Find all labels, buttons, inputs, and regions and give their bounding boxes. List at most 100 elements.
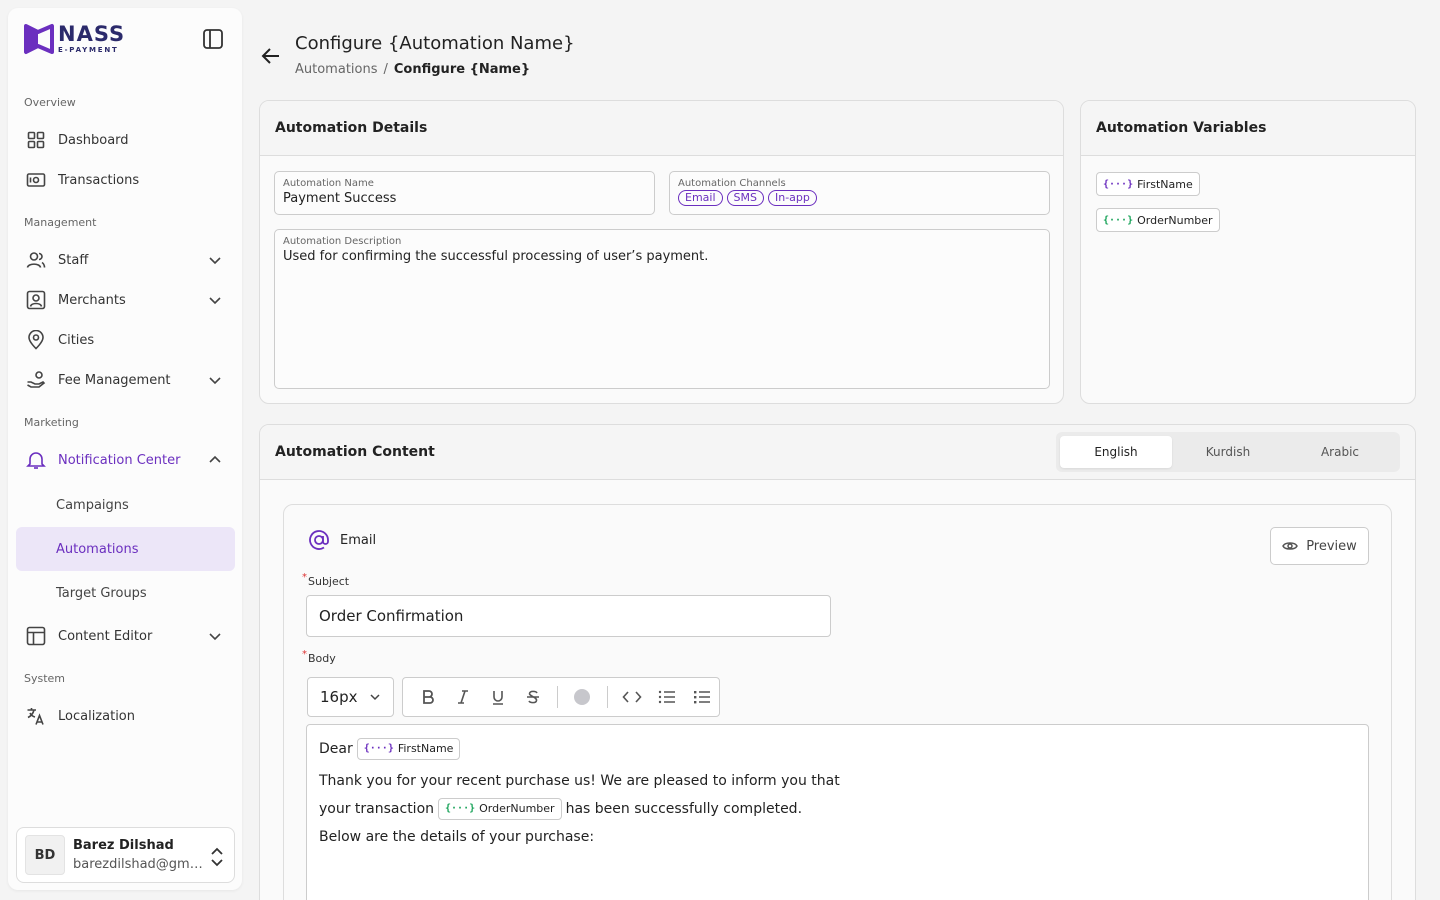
strikethrough-icon[interactable]: [515, 681, 550, 713]
logo-icon: [24, 24, 54, 54]
sidebar-item-content-editor[interactable]: Content Editor: [16, 616, 235, 656]
variable-icon: {···}: [363, 743, 394, 754]
section-system: System: [24, 672, 66, 685]
grid-icon: [26, 130, 46, 150]
chevron-down-icon: [209, 633, 221, 641]
sidebar-item-label: Notification Center: [58, 452, 181, 468]
tab-kurdish[interactable]: Kurdish: [1172, 436, 1284, 468]
layout-icon: [26, 626, 46, 646]
body-label: *Body: [302, 649, 336, 665]
channel-chip-sms[interactable]: SMS: [726, 190, 764, 206]
page-title: Configure {Automation Name}: [295, 33, 575, 54]
brand-logo[interactable]: NASS E-PAYMENT: [24, 22, 125, 56]
channel-name: Email: [340, 532, 377, 548]
chevron-down-icon: [209, 297, 221, 305]
preview-label: Preview: [1306, 538, 1357, 554]
avatar: BD: [25, 835, 65, 875]
body-text: Below are the details of your purchase:: [319, 829, 595, 845]
italic-icon[interactable]: [446, 681, 481, 713]
sidebar-item-transactions[interactable]: Transactions: [16, 160, 235, 200]
user-menu[interactable]: BD Barez Dilshad barezdilshad@gmail.com: [16, 827, 235, 883]
underline-icon[interactable]: [481, 681, 516, 713]
tab-english[interactable]: English: [1060, 436, 1172, 468]
sidebar-item-label: Content Editor: [58, 628, 153, 644]
formatting-toolbar: [402, 677, 720, 717]
body-text: your transaction: [319, 801, 435, 817]
chevron-down-icon: [209, 257, 221, 265]
toolbar-divider: [606, 686, 608, 708]
hand-coins-icon: [26, 370, 46, 390]
map-pin-icon: [26, 330, 46, 350]
subject-input[interactable]: [306, 595, 831, 637]
language-tabs: English Kurdish Arabic: [1056, 432, 1400, 472]
variable-tag-ordernumber[interactable]: {···} OrderNumber: [1096, 208, 1220, 232]
sidebar-item-label: Target Groups: [56, 585, 147, 601]
variable-tag-firstname[interactable]: {···} FirstName: [356, 738, 461, 760]
sidebar-subitem-automations[interactable]: Automations: [16, 527, 235, 571]
automation-content-card: Automation Content English Kurdish Arabi…: [259, 424, 1416, 900]
body-line: Dear {···} FirstName: [319, 735, 1356, 763]
chevron-up-down-icon: [211, 847, 223, 867]
brand-tagline: E-PAYMENT: [58, 46, 119, 54]
automation-channels-field[interactable]: Automation Channels Email SMS In-app: [669, 171, 1050, 215]
section-marketing: Marketing: [24, 416, 79, 429]
body-editor[interactable]: Dear {···} FirstName Thank you for your r…: [306, 724, 1369, 900]
ordered-list-icon[interactable]: [684, 681, 719, 713]
sidebar: NASS E-PAYMENT Overview Dashboard Transa…: [8, 8, 242, 890]
sidebar-item-label: Fee Management: [58, 372, 171, 388]
sidebar-item-cities[interactable]: Cities: [16, 320, 235, 360]
merchant-icon: [26, 290, 46, 310]
automation-description-label: Automation Description: [283, 236, 402, 247]
preview-button[interactable]: Preview: [1270, 527, 1369, 565]
variable-icon: {···}: [445, 803, 476, 814]
subject-label: *Subject: [302, 572, 350, 588]
body-text: Thank you for your recent purchase us! W…: [319, 773, 840, 789]
breadcrumb-automations[interactable]: Automations: [295, 62, 378, 77]
automation-name-field[interactable]: Automation Name Payment Success: [274, 171, 655, 215]
sidebar-item-dashboard[interactable]: Dashboard: [16, 120, 235, 160]
chevron-up-icon: [209, 455, 221, 463]
chevron-down-icon: [370, 694, 380, 701]
sidebar-toggle-icon[interactable]: [202, 28, 224, 50]
body-line: Thank you for your recent purchase us! W…: [319, 767, 1356, 795]
section-management: Management: [24, 216, 97, 229]
tab-arabic[interactable]: Arabic: [1284, 436, 1396, 468]
cash-icon: [26, 170, 46, 190]
bullet-list-icon[interactable]: [650, 681, 685, 713]
sidebar-item-fee-management[interactable]: Fee Management: [16, 360, 235, 400]
sidebar-item-label: Staff: [58, 252, 89, 268]
sidebar-item-label: Localization: [58, 708, 135, 724]
sidebar-subitem-campaigns[interactable]: Campaigns: [16, 483, 235, 527]
variable-tag-firstname[interactable]: {···} FirstName: [1096, 172, 1200, 196]
font-size-value: 16px: [320, 688, 358, 706]
body-text: has been successfully completed.: [565, 801, 803, 817]
automation-details-title: Automation Details: [260, 101, 1063, 156]
body-text: Dear: [319, 741, 353, 757]
translate-icon: [26, 706, 46, 726]
chevron-down-icon: [209, 377, 221, 385]
channel-chip-email[interactable]: Email: [678, 190, 723, 206]
automation-details-card: Automation Details Automation Name Payme…: [259, 100, 1064, 404]
brand-name: NASS: [58, 22, 126, 46]
sidebar-item-staff[interactable]: Staff: [16, 240, 235, 280]
back-arrow-icon[interactable]: [259, 44, 283, 68]
variable-icon: {···}: [1103, 214, 1134, 226]
automation-description-field[interactable]: Automation Description Used for confirmi…: [274, 229, 1050, 389]
bold-icon[interactable]: [411, 681, 446, 713]
automation-name-value: Payment Success: [283, 191, 397, 206]
variable-tag-ordernumber[interactable]: {···} OrderNumber: [438, 798, 562, 820]
sidebar-subitem-target-groups[interactable]: Target Groups: [16, 571, 235, 615]
users-icon: [26, 250, 46, 270]
user-email: barezdilshad@gmail.com: [73, 857, 209, 872]
text-color-icon[interactable]: [565, 681, 600, 713]
sidebar-item-notification-center[interactable]: Notification Center: [16, 440, 235, 480]
automation-channels-label: Automation Channels: [678, 178, 786, 189]
sidebar-item-label: Campaigns: [56, 497, 129, 513]
sidebar-item-label: Automations: [56, 541, 139, 557]
sidebar-item-localization[interactable]: Localization: [16, 696, 235, 736]
automation-variables-card: Automation Variables {···} FirstName {··…: [1080, 100, 1416, 404]
font-size-select[interactable]: 16px: [307, 677, 394, 717]
sidebar-item-merchants[interactable]: Merchants: [16, 280, 235, 320]
code-icon[interactable]: [615, 681, 650, 713]
channel-chip-in-app[interactable]: In-app: [768, 190, 817, 206]
